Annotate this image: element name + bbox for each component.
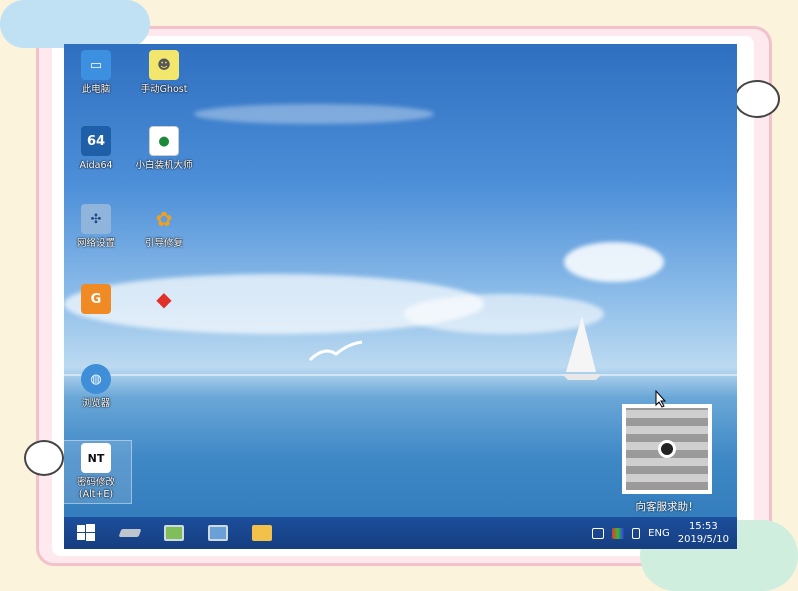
clock-date: 2019/5/10 xyxy=(677,534,729,545)
icon-label: 引导修复 xyxy=(144,238,183,249)
monitor-icon xyxy=(164,525,184,541)
desktop-icon-ghost[interactable]: ☻ 手动Ghost xyxy=(128,50,200,96)
desktop-icon-diskgenius[interactable]: G xyxy=(64,284,132,318)
desktop-icon-red-diamond[interactable]: ◆ xyxy=(128,284,200,318)
cloud-decoration-top-left xyxy=(0,0,150,48)
desktop[interactable]: ▭ 此电脑 ☻ 手动Ghost 64 Aida64 ● 小白装机大师 ✣ 网络设… xyxy=(64,44,737,549)
cloud-shape xyxy=(194,104,434,124)
computer-icon: ▭ xyxy=(81,50,111,80)
seagull-image xyxy=(308,340,363,362)
network-icon: ✣ xyxy=(81,204,111,234)
cloud-decoration-left xyxy=(24,440,64,476)
icon-label: 此电脑 xyxy=(81,84,111,95)
desktop-icon-network[interactable]: ✣ 网络设置 xyxy=(64,204,132,250)
diskgenius-icon: G xyxy=(81,284,111,314)
red-diamond-icon: ◆ xyxy=(156,287,172,311)
icon-label: 手动Ghost xyxy=(140,84,188,95)
clock-time: 15:53 xyxy=(688,521,718,532)
installer-icon: ● xyxy=(149,126,179,156)
desktop-icon-aida64[interactable]: 64 Aida64 xyxy=(64,126,132,172)
password-tool-icon: NT xyxy=(81,443,111,473)
taskbar-drive-button[interactable] xyxy=(108,517,152,549)
desktop-icon-boot-repair[interactable]: ✿ 引导修复 xyxy=(128,204,200,250)
desktop-icon-password-tool[interactable]: NT 密码修改 (Alt+E) xyxy=(64,440,132,504)
icon-label: Aida64 xyxy=(79,160,113,171)
taskbar-folder-button[interactable] xyxy=(240,517,284,549)
qr-logo-icon xyxy=(658,440,676,458)
icon-label: 密码修改 (Alt+E) xyxy=(76,477,115,500)
start-button[interactable] xyxy=(64,517,108,549)
cloud-shape xyxy=(564,242,664,282)
aida64-icon: 64 xyxy=(81,126,111,156)
taskbar-monitor-button[interactable] xyxy=(152,517,196,549)
language-indicator[interactable]: ENG xyxy=(648,528,670,539)
icon-label: 浏览器 xyxy=(81,398,111,409)
ghost-icon: ☻ xyxy=(149,50,179,80)
taskbar-network-button[interactable] xyxy=(196,517,240,549)
usb-icon[interactable] xyxy=(632,527,641,539)
icon-label: 网络设置 xyxy=(76,238,115,249)
desktop-icon-browser[interactable]: ◍ 浏览器 xyxy=(64,364,132,410)
drive-icon xyxy=(118,529,142,537)
network-computer-icon xyxy=(208,525,228,541)
qr-code-image xyxy=(626,408,708,490)
clock[interactable]: 15:53 2019/5/10 xyxy=(678,520,729,546)
desktop-icon-installer[interactable]: ● 小白装机大师 xyxy=(128,126,200,172)
folder-icon xyxy=(252,525,272,541)
color-app-icon[interactable] xyxy=(612,527,625,539)
start-icon xyxy=(77,524,95,541)
desktop-icon-this-pc[interactable]: ▭ 此电脑 xyxy=(64,50,132,96)
qr-code[interactable] xyxy=(622,404,712,494)
boot-repair-icon: ✿ xyxy=(155,207,173,231)
taskbar: ENG 15:53 2019/5/10 xyxy=(64,517,737,549)
network-status-icon[interactable] xyxy=(592,527,605,539)
qr-caption: 向客服求助！ xyxy=(635,501,699,513)
mouse-cursor-icon xyxy=(655,390,667,408)
browser-icon: ◍ xyxy=(81,364,111,394)
icon-label: 小白装机大师 xyxy=(135,160,193,171)
cloud-decoration-right xyxy=(734,80,780,118)
sailboat-image xyxy=(562,316,602,380)
horizon xyxy=(64,374,737,376)
system-tray: ENG 15:53 2019/5/10 xyxy=(592,520,737,546)
